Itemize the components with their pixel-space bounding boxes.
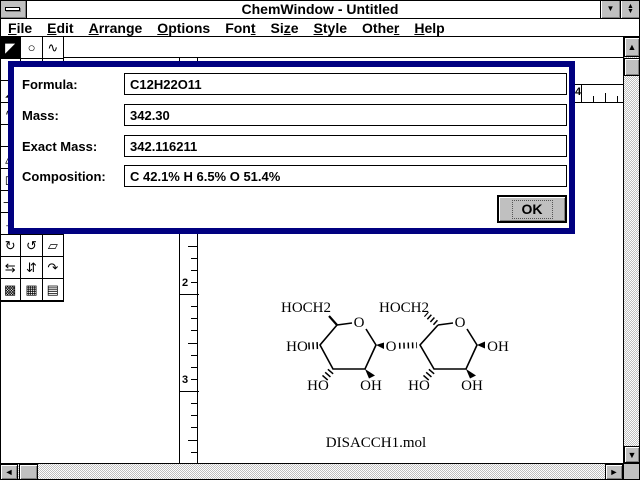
ruler-tick xyxy=(191,306,197,307)
atom-label: HOCH2 xyxy=(281,300,331,316)
ruler-tick xyxy=(180,391,199,392)
scrollbar-corner xyxy=(623,463,640,480)
mass-field[interactable] xyxy=(124,104,567,126)
formula-field[interactable] xyxy=(124,73,567,95)
atom-label: HO xyxy=(286,339,308,355)
ruler-tick xyxy=(191,403,197,404)
menu-item-style[interactable]: Style xyxy=(314,20,347,36)
atom-label: HOCH2 xyxy=(379,300,429,316)
ruler-tick xyxy=(191,379,197,380)
exact-mass-field[interactable] xyxy=(124,135,567,157)
ruler-number: 3 xyxy=(182,374,188,386)
menu-bar: File Edit Arrange Options Font Size Style Other… xyxy=(0,19,640,37)
composition-label: Composition: xyxy=(22,169,106,184)
menu-item-arrange[interactable]: Arrange xyxy=(89,20,143,36)
scroll-right-button[interactable]: ► xyxy=(605,464,623,480)
select-tool[interactable]: ◤ xyxy=(0,37,21,59)
wedge-bonds xyxy=(365,342,485,379)
scroll-down-icon: ▼ xyxy=(628,450,637,460)
scroll-right-icon: ► xyxy=(610,467,619,477)
scroll-up-button[interactable]: ▲ xyxy=(624,37,640,57)
rotate-tool[interactable]: ↻ xyxy=(0,235,21,257)
atom-label: OH xyxy=(461,378,483,394)
minimize-button[interactable]: ▼ xyxy=(600,0,620,18)
ruler-tick xyxy=(191,270,197,271)
rotate-partial-tool[interactable]: ↷ xyxy=(43,257,64,279)
eraser-tool[interactable]: ▱ xyxy=(43,235,64,257)
document-top-border xyxy=(64,57,623,58)
lasso-tool[interactable]: ○ xyxy=(21,37,42,59)
vertical-scrollbar[interactable]: ▲ ▼ xyxy=(623,37,640,463)
ruler-tick xyxy=(593,96,594,102)
ring-bonds xyxy=(320,316,477,369)
ruler-tick xyxy=(605,93,606,102)
ruler-tick xyxy=(191,355,197,356)
menu-item-help[interactable]: Help xyxy=(414,20,444,36)
atom-label: O xyxy=(386,339,397,355)
menu-item-size[interactable]: Size xyxy=(271,20,299,36)
pattern-tool-3[interactable]: ▤ xyxy=(43,279,64,301)
mass-label: Mass: xyxy=(22,108,59,123)
vertical-scroll-thumb[interactable] xyxy=(624,58,640,76)
horizontal-scroll-thumb[interactable] xyxy=(19,464,38,480)
ruler-number: 2 xyxy=(182,277,188,289)
ruler-tick xyxy=(191,452,197,453)
ruler-tick xyxy=(188,343,197,344)
atom-label: HO xyxy=(307,378,329,394)
ok-button-label: OK xyxy=(512,200,553,219)
menu-item-font[interactable]: Font xyxy=(225,20,255,36)
atom-label: O xyxy=(455,315,466,331)
ruler-tick xyxy=(617,96,618,102)
rotate-dotted-tool[interactable]: ↺ xyxy=(21,235,42,257)
horizontal-scrollbar[interactable]: ◄ ► xyxy=(0,463,623,480)
ruler-tick xyxy=(191,258,197,259)
reflect-tool[interactable]: ⇵ xyxy=(21,257,42,279)
ruler-tick xyxy=(581,85,582,102)
scroll-left-icon: ◄ xyxy=(5,467,14,477)
atom-label: OH xyxy=(360,378,382,394)
ruler-tick xyxy=(180,294,199,295)
ruler-tick xyxy=(188,440,197,441)
menu-item-file[interactable]: File xyxy=(8,20,32,36)
wavy-line-tool[interactable]: ∿ xyxy=(43,37,64,59)
atom-label: O xyxy=(354,315,365,331)
atom-label: OH xyxy=(487,339,509,355)
pattern-tool-2[interactable]: ▦ xyxy=(21,279,42,301)
window-title: ChemWindow - Untitled xyxy=(0,0,640,18)
formula-dialog: Formula: Mass: Exact Mass: Composition: … xyxy=(8,61,575,234)
menu-item-options[interactable]: Options xyxy=(157,20,210,36)
scroll-down-button[interactable]: ▼ xyxy=(624,446,640,463)
composition-field[interactable] xyxy=(124,165,567,187)
minimize-icon: ▼ xyxy=(607,5,615,13)
title-bar: ChemWindow - Untitled ▼ ▲ ▼ xyxy=(0,0,640,19)
ruler-tick xyxy=(191,318,197,319)
menu-item-other[interactable]: Other xyxy=(362,20,399,36)
restore-down-icon: ▼ xyxy=(627,9,634,14)
hash-bonds xyxy=(308,314,436,379)
formula-label: Formula: xyxy=(22,77,78,92)
molecule-filename: DISACCH1.mol xyxy=(251,435,501,452)
restore-button[interactable]: ▲ ▼ xyxy=(620,0,640,18)
atom-label: HO xyxy=(408,378,430,394)
pattern-tool-1[interactable]: ▩ xyxy=(0,279,21,301)
scroll-up-icon: ▲ xyxy=(628,42,637,52)
ruler-tick xyxy=(191,427,197,428)
molecule-drawing: HOCH2 HOCH2 O O O HO HO OH OH HO OH xyxy=(270,294,520,399)
ruler-tick xyxy=(191,282,197,283)
exact-mass-label: Exact Mass: xyxy=(22,139,97,154)
ruler-tick xyxy=(191,330,197,331)
scroll-left-button[interactable]: ◄ xyxy=(0,464,18,480)
ruler-tick xyxy=(191,367,197,368)
ok-button[interactable]: OK xyxy=(497,195,567,223)
ruler-tick xyxy=(191,415,197,416)
menu-item-edit[interactable]: Edit xyxy=(47,20,73,36)
distort-tool[interactable]: ⇆ xyxy=(0,257,21,279)
ruler-tick xyxy=(188,246,197,247)
